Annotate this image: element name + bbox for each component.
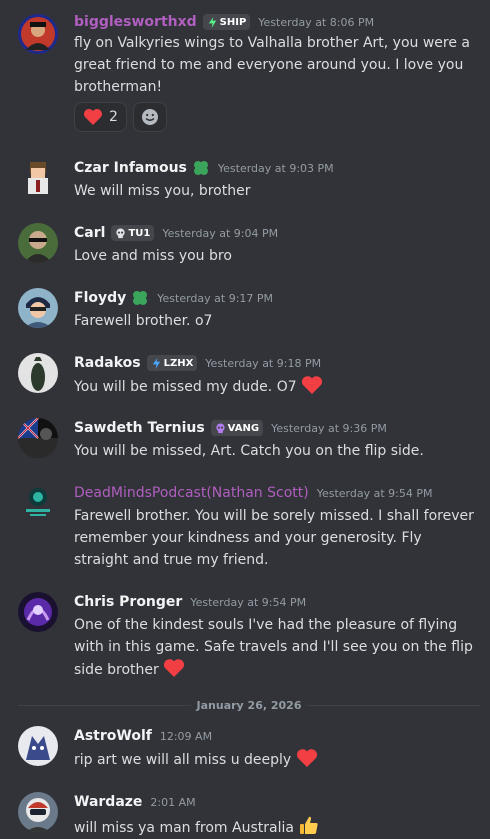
timestamp[interactable]: 2:01 AM	[150, 796, 195, 809]
heart-reaction[interactable]: 2	[74, 102, 127, 132]
guild-tag[interactable]: LZHX	[146, 355, 198, 371]
username[interactable]: Carl	[74, 225, 105, 241]
guild-tag[interactable]: SHIP	[202, 14, 251, 30]
message-text: fly on Valkyries wings to Valhalla broth…	[74, 35, 470, 95]
username[interactable]: Floydy	[74, 290, 126, 306]
user-avatar[interactable]	[18, 418, 58, 458]
guild-tag[interactable]: VANG	[210, 420, 264, 436]
timestamp[interactable]: Yesterday at 9:18 PM	[205, 357, 321, 370]
clover-icon	[133, 291, 148, 305]
user-avatar[interactable]	[18, 726, 58, 766]
message-text: rip art we will all miss u deeply	[74, 748, 474, 771]
message-text: Farewell brother. o7	[74, 313, 213, 329]
user-avatar[interactable]	[18, 353, 58, 393]
timestamp[interactable]: Yesterday at 9:04 PM	[162, 227, 278, 240]
lightning-icon	[208, 16, 216, 28]
timestamp[interactable]: Yesterday at 9:03 PM	[218, 162, 334, 175]
timestamp[interactable]: Yesterday at 9:54 PM	[190, 596, 306, 609]
message-text: One of the kindest souls I've had the pl…	[74, 617, 473, 678]
guild-tag[interactable]: TU1	[111, 225, 155, 241]
thumbs-up-icon	[300, 816, 319, 834]
message-text: You will be missed, Art. Catch you on th…	[74, 443, 424, 459]
message-text: Farewell brother. You will be sorely mis…	[74, 508, 474, 568]
username[interactable]: Chris Pronger	[74, 594, 182, 610]
user-avatar[interactable]	[18, 592, 58, 632]
message-text: Love and miss you bro	[74, 248, 232, 264]
message-text: will miss ya man from Australia	[74, 814, 474, 839]
username[interactable]: DeadMindsPodcast(Nathan Scott)	[74, 485, 309, 501]
timestamp[interactable]: 12:09 AM	[160, 730, 212, 743]
user-avatar[interactable]	[18, 223, 58, 263]
divider-line	[307, 704, 480, 706]
user-avatar[interactable]	[18, 483, 58, 523]
user-avatar[interactable]	[18, 792, 58, 832]
timestamp[interactable]: Yesterday at 8:06 PM	[258, 16, 374, 29]
heart-icon	[296, 749, 317, 767]
divider-line	[18, 704, 191, 706]
heart-icon	[84, 109, 102, 125]
add-reaction-button[interactable]	[132, 102, 167, 132]
timestamp[interactable]: Yesterday at 9:17 PM	[157, 292, 273, 305]
message-text: We will miss you, brother	[74, 183, 251, 199]
reaction-count: 2	[109, 109, 118, 125]
username[interactable]: bigglesworthxd	[74, 14, 197, 30]
username[interactable]: Sawdeth Ternius	[74, 420, 205, 436]
timestamp[interactable]: Yesterday at 9:54 PM	[317, 487, 433, 500]
lightning-icon	[152, 357, 160, 369]
skull-icon	[116, 227, 126, 238]
username[interactable]: Wardaze	[74, 794, 142, 810]
username[interactable]: Radakos	[74, 355, 141, 371]
clover-icon	[193, 161, 208, 175]
skull-icon	[216, 422, 225, 433]
date-divider: January 26, 2026	[18, 698, 480, 712]
timestamp[interactable]: Yesterday at 9:36 PM	[271, 422, 387, 435]
user-avatar[interactable]	[18, 288, 58, 328]
message-text: You will be missed my dude. O7	[74, 375, 474, 398]
heart-icon	[164, 659, 185, 677]
username[interactable]: Czar Infamous	[74, 160, 187, 176]
username[interactable]: AstroWolf	[74, 728, 152, 744]
date-label: January 26, 2026	[196, 698, 302, 712]
user-avatar[interactable]	[18, 14, 58, 54]
heart-icon	[302, 376, 323, 394]
smiley-icon	[141, 109, 158, 125]
user-avatar[interactable]	[18, 158, 58, 198]
